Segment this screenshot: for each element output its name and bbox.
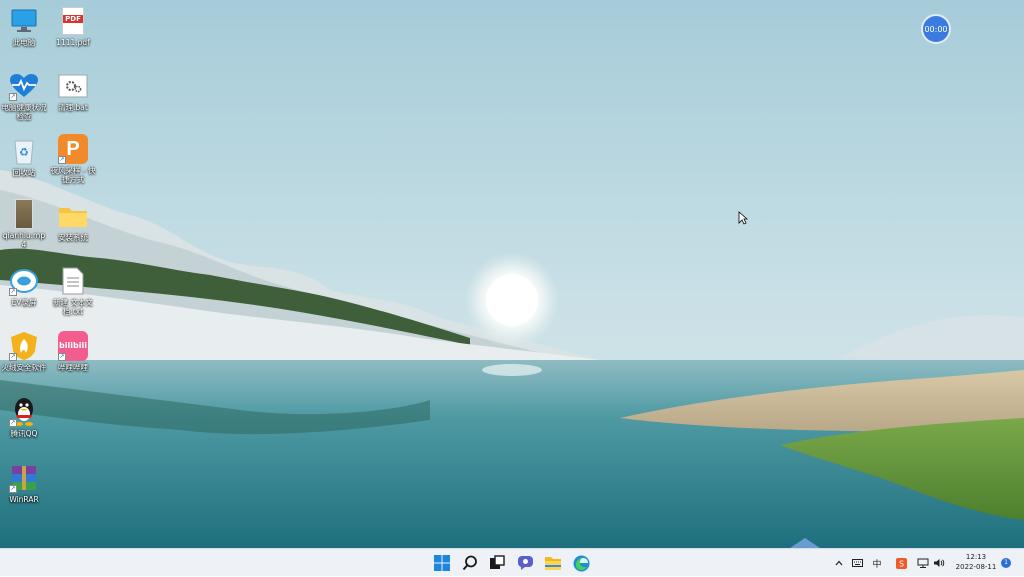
desktop-icon-winrar[interactable]: ↗ WinRAR: [1, 463, 47, 504]
bilibili-badge: bilibili: [59, 341, 87, 350]
desktop-icon-qq[interactable]: ↗ 腾讯QQ: [1, 397, 47, 438]
shortcut-arrow-icon: ↗: [9, 288, 17, 296]
powerpoint-icon: P ↗: [58, 134, 88, 164]
windows-logo-icon: [434, 555, 450, 571]
ime-indicator[interactable]: 中: [870, 549, 884, 577]
chat-icon: [517, 556, 533, 570]
volume-button[interactable]: [932, 549, 946, 577]
show-hidden-icons-button[interactable]: [832, 549, 846, 577]
desktop-icon-bat-file[interactable]: 清理.bat: [50, 71, 96, 112]
folder-icon: [545, 556, 561, 570]
desktop-icon-label: EV录屏: [11, 298, 37, 307]
desktop-icon-pdf-file[interactable]: PDF 1111.pdf: [50, 6, 96, 47]
ev-recorder-icon: ↗: [9, 266, 39, 296]
desktop-icon-label: 清理.bat: [58, 103, 88, 112]
mouse-cursor-icon: [738, 210, 749, 229]
search-icon: [462, 555, 477, 571]
shortcut-arrow-icon: ↗: [9, 485, 17, 493]
network-button[interactable]: [916, 549, 930, 577]
desktop-icon-label: 腾讯QQ: [10, 429, 38, 438]
desktop-icon-huorong[interactable]: ↗ 火绒安全软件: [1, 331, 47, 372]
task-view-button[interactable]: [485, 552, 509, 574]
text-file-icon: [58, 266, 88, 296]
clock-date: 2022-08-11: [955, 563, 997, 571]
keyboard-icon: [851, 559, 863, 567]
sogou-icon: S: [895, 557, 907, 569]
svg-text:S: S: [898, 559, 903, 568]
desktop-icon-label: 火绒安全软件: [1, 363, 47, 372]
desktop-icon-label: 回收站: [12, 168, 36, 177]
desktop-icon-label: 此电脑: [12, 38, 36, 47]
shortcut-arrow-icon: ↗: [9, 419, 17, 427]
notification-count: 1: [1004, 559, 1008, 566]
desktop-icon-install-folder[interactable]: 安装系统: [50, 201, 96, 242]
video-icon: [9, 199, 39, 229]
desktop-icon-label: 电脑健康状况检查: [1, 103, 47, 121]
task-view-icon: [490, 555, 505, 569]
start-button[interactable]: [430, 552, 454, 574]
desktop-icon-video-file[interactable]: qianhiu.mp4: [1, 199, 47, 249]
qq-penguin-icon: ↗: [9, 397, 39, 427]
health-heart-icon: ↗: [9, 71, 39, 101]
desktop-icon-label: 哔哩哔哩: [58, 363, 88, 372]
taskbar-clock[interactable]: 12:13 2022-08-11: [950, 552, 1002, 572]
touch-keyboard-button[interactable]: [850, 549, 864, 577]
edge-button[interactable]: [569, 552, 593, 574]
desktop-icon-ppt-shortcut[interactable]: P ↗ 夜风采样 - 快捷方式: [50, 134, 96, 184]
shortcut-arrow-icon: ↗: [58, 156, 66, 164]
desktop-icon-label: 1111.pdf: [56, 38, 90, 47]
notification-badge[interactable]: 1: [1001, 558, 1011, 568]
network-icon: [917, 558, 929, 568]
huorong-icon: ↗: [9, 331, 39, 361]
edge-icon: [573, 555, 589, 571]
desktop-icon-ev-recorder[interactable]: ↗ EV录屏: [1, 266, 47, 307]
file-explorer-button[interactable]: [541, 552, 565, 574]
desktop-icon-label: WinRAR: [9, 495, 39, 504]
shortcut-arrow-icon: ↗: [58, 353, 66, 361]
chat-button[interactable]: [513, 552, 537, 574]
ppt-badge: P: [66, 138, 80, 160]
recycle-bin-icon: ♻: [9, 136, 39, 166]
recording-timer-button[interactable]: 00:00: [921, 14, 951, 44]
clock-time: 12:13: [965, 553, 987, 561]
monitor-icon: [9, 6, 39, 36]
desktop-icon-text-file[interactable]: 新建 文本文档.txt: [50, 266, 96, 316]
bilibili-icon: bilibili ↗: [58, 331, 88, 361]
desktop-icon-label: qianhiu.mp4: [2, 231, 46, 249]
svg-text:♻: ♻: [19, 146, 29, 159]
shortcut-arrow-icon: ↗: [9, 353, 17, 361]
desktop-wallpaper: [0, 0, 1024, 548]
sogou-input-button[interactable]: S: [894, 549, 908, 577]
desktop-icon-bilibili[interactable]: bilibili ↗ 哔哩哔哩: [50, 331, 96, 372]
desktop-icon-label: 新建 文本文档.txt: [53, 298, 93, 316]
desktop-icon-recycle-bin[interactable]: ♻ 回收站: [1, 136, 47, 177]
desktop-icon-label: 安装系统: [58, 233, 88, 242]
chevron-up-icon: [835, 560, 843, 566]
recording-timer-value: 00:00: [924, 24, 948, 34]
winrar-icon: ↗: [9, 463, 39, 493]
desktop-icon-this-pc[interactable]: 此电脑: [1, 6, 47, 47]
ime-label: 中: [872, 559, 882, 570]
search-button[interactable]: [458, 552, 482, 574]
folder-icon: [58, 201, 88, 231]
batch-gear-icon: [58, 71, 88, 101]
desktop-icon-health-check[interactable]: ↗ 电脑健康状况检查: [1, 71, 47, 121]
pdf-badge: PDF: [63, 15, 83, 23]
pdf-icon: PDF: [58, 6, 88, 36]
desktop-icon-label: 夜风采样 - 快捷方式: [50, 166, 96, 184]
speaker-icon: [934, 559, 945, 567]
shortcut-arrow-icon: ↗: [9, 93, 17, 101]
taskbar: 中 S 12:13 2022-08-11 1: [0, 548, 1024, 576]
